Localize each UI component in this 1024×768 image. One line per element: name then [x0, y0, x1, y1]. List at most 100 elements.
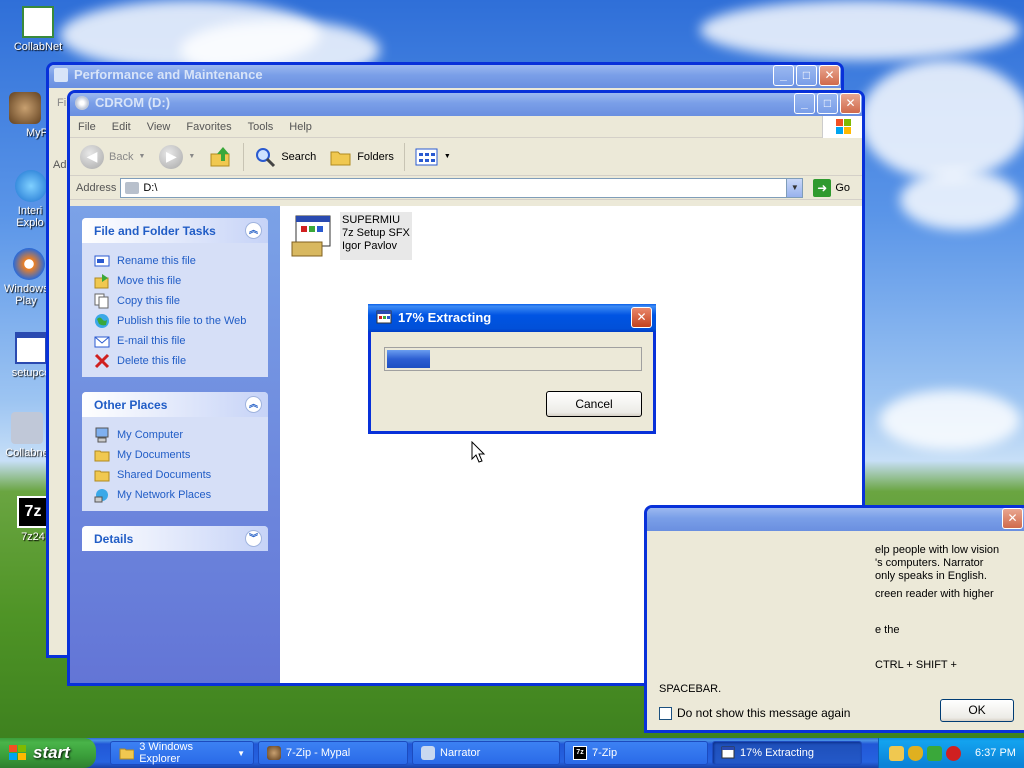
back-button[interactable]: ◀ Back ▼	[76, 143, 149, 171]
panel-header[interactable]: Details ︾	[82, 526, 268, 551]
close-button[interactable]: ✕	[1002, 508, 1023, 529]
maximize-button[interactable]: □	[817, 93, 838, 114]
taskbar-item-narrator[interactable]: Narrator	[412, 741, 560, 765]
extract-progress-dialog[interactable]: 17% Extracting ✕ Cancel	[368, 304, 656, 434]
dialog-title: 17% Extracting	[398, 310, 492, 325]
back-arrow-icon: ◀	[80, 144, 104, 169]
forward-button[interactable]: ▶ ▼	[155, 143, 199, 171]
start-button[interactable]: start	[0, 738, 96, 768]
taskbar-item-label: 7-Zip	[592, 747, 618, 759]
taskbar-item-7zip[interactable]: 7z 7-Zip	[564, 741, 708, 765]
task-label: Copy this file	[117, 295, 180, 307]
menu-file[interactable]: File	[78, 121, 96, 133]
performance-titlebar[interactable]: Performance and Maintenance _ □ ✕	[49, 65, 841, 88]
menu-favorites[interactable]: Favorites	[186, 121, 231, 133]
narrator-line: e the	[875, 624, 900, 636]
menu-tools[interactable]: Tools	[248, 121, 274, 133]
ok-button[interactable]: OK	[940, 699, 1014, 722]
tray-network-icon[interactable]	[889, 745, 904, 761]
views-button[interactable]: ▼	[411, 146, 455, 168]
delete-x-icon	[94, 353, 110, 369]
place-label: Shared Documents	[117, 469, 212, 481]
search-button[interactable]: Search	[250, 144, 320, 170]
narrator-window[interactable]: ✕ elp people with low vision 's computer…	[644, 505, 1024, 733]
address-bar: Address D:\ ▼ ➜ Go	[70, 176, 862, 200]
other-places-panel: Other Places ︽ My Computer My Documents …	[82, 392, 268, 511]
close-button[interactable]: ✕	[840, 93, 861, 114]
chevron-down-icon: ▼	[138, 153, 146, 160]
start-label: start	[33, 743, 70, 762]
internet-explorer-icon	[15, 170, 47, 202]
tray-security-alert-icon[interactable]	[946, 745, 961, 761]
narrator-icon	[421, 746, 435, 760]
close-button[interactable]: ✕	[631, 307, 652, 328]
place-my-documents[interactable]: My Documents	[94, 445, 256, 465]
tray-shield-icon[interactable]	[908, 745, 923, 761]
task-email[interactable]: E-mail this file	[94, 331, 256, 351]
window-title: CDROM (D:)	[95, 95, 171, 110]
collapse-chevron-icon[interactable]: ︽	[245, 396, 262, 413]
maximize-button[interactable]: □	[796, 65, 817, 86]
narrator-titlebar[interactable]: ✕	[647, 508, 1024, 531]
address-input[interactable]: D:\ ▼	[120, 177, 804, 198]
checkbox-box[interactable]	[659, 706, 672, 720]
narrator-text: elp people with low vision 's computers.…	[875, 544, 999, 672]
folders-label: Folders	[357, 150, 394, 163]
computer-icon	[95, 427, 109, 443]
email-icon	[94, 336, 110, 348]
taskbar-item-7zip-mypal[interactable]: 7-Zip - Mypal	[258, 741, 408, 765]
rename-icon	[94, 255, 110, 267]
desktop-icon-label: CollabNet	[13, 41, 63, 53]
task-rename[interactable]: Rename this file	[94, 251, 256, 271]
taskbar: start 3 Windows Explorer ▼ 7-Zip - Mypal…	[0, 738, 1024, 768]
narrator-line-spacebar: SPACEBAR.	[659, 683, 722, 695]
explorer-titlebar[interactable]: CDROM (D:) _ □ ✕	[70, 93, 862, 116]
chevron-down-icon: ▼	[443, 153, 451, 160]
views-icon	[415, 148, 438, 165]
up-folder-button[interactable]	[205, 143, 237, 171]
desktop-icon-collabnet[interactable]: CollabNet	[3, 6, 73, 53]
7zip-icon: 7z	[573, 746, 587, 760]
menu-edit[interactable]: Edit	[112, 121, 131, 133]
narrator-line: CTRL + SHIFT +	[875, 659, 957, 671]
do-not-show-checkbox[interactable]: Do not show this message again	[659, 706, 850, 720]
go-arrow-icon: ➜	[813, 178, 832, 197]
menu-view[interactable]: View	[147, 121, 171, 133]
folders-icon	[330, 151, 351, 165]
task-publish[interactable]: Publish this file to the Web	[94, 311, 256, 331]
place-my-network-places[interactable]: My Network Places	[94, 485, 256, 505]
dialog-titlebar[interactable]: 17% Extracting ✕	[368, 304, 656, 332]
address-dropdown-button[interactable]: ▼	[786, 178, 803, 197]
taskbar-item-label: 7-Zip - Mypal	[286, 747, 351, 759]
task-copy[interactable]: Copy this file	[94, 291, 256, 311]
windows-flag-icon	[9, 745, 26, 760]
place-label: My Documents	[117, 449, 191, 461]
tray-update-icon[interactable]	[927, 745, 942, 761]
taskbar-item-extracting[interactable]: 17% Extracting	[712, 741, 862, 765]
collabnet-shortcut-icon	[11, 412, 43, 444]
taskbar-item-windows-explorer[interactable]: 3 Windows Explorer ▼	[110, 741, 254, 765]
address-label: Address	[76, 181, 117, 194]
search-icon	[256, 147, 276, 167]
narrator-line: only speaks in English.	[875, 570, 987, 582]
task-move[interactable]: Move this file	[94, 271, 256, 291]
panel-header[interactable]: Other Places ︽	[82, 392, 268, 417]
close-button[interactable]: ✕	[819, 65, 840, 86]
taskbar-item-label: 3 Windows Explorer	[139, 741, 193, 765]
mouse-cursor-icon	[471, 441, 486, 463]
go-button[interactable]: ➜ Go	[807, 178, 862, 197]
file-item-supermiu[interactable]: SUPERMIU 7z Setup SFX Igor Pavlov	[288, 212, 412, 260]
cancel-button[interactable]: Cancel	[546, 391, 642, 417]
collapse-chevron-icon[interactable]: ︽	[245, 222, 262, 239]
minimize-button[interactable]: _	[773, 65, 794, 86]
expand-chevron-icon[interactable]: ︾	[245, 530, 262, 547]
task-delete[interactable]: Delete this file	[94, 351, 256, 371]
place-my-computer[interactable]: My Computer	[94, 425, 256, 445]
minimize-button[interactable]: _	[794, 93, 815, 114]
panel-header[interactable]: File and Folder Tasks ︽	[82, 218, 268, 243]
place-shared-documents[interactable]: Shared Documents	[94, 465, 256, 485]
narrator-line: 's computers. Narrator	[875, 557, 984, 569]
folders-button[interactable]: Folders	[326, 145, 398, 169]
menu-help[interactable]: Help	[289, 121, 312, 133]
progress-fill	[387, 350, 430, 368]
